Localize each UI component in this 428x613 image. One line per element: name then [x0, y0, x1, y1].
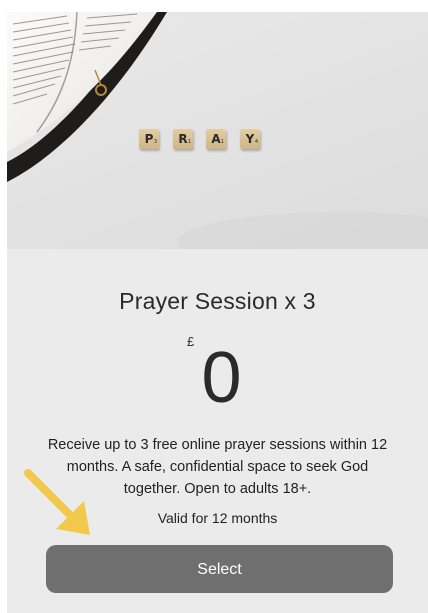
- tile-r: R: [173, 129, 193, 152]
- tile-a: A: [206, 129, 226, 152]
- price-value: 0: [201, 338, 242, 418]
- product-title: Prayer Session x 3: [119, 288, 316, 314]
- tile-p: P: [139, 129, 159, 152]
- hero-image: P R A Y: [7, 12, 428, 249]
- tile-y: Y: [240, 129, 260, 152]
- arrow-pointer-icon: [24, 469, 90, 535]
- select-button[interactable]: Select: [46, 545, 393, 593]
